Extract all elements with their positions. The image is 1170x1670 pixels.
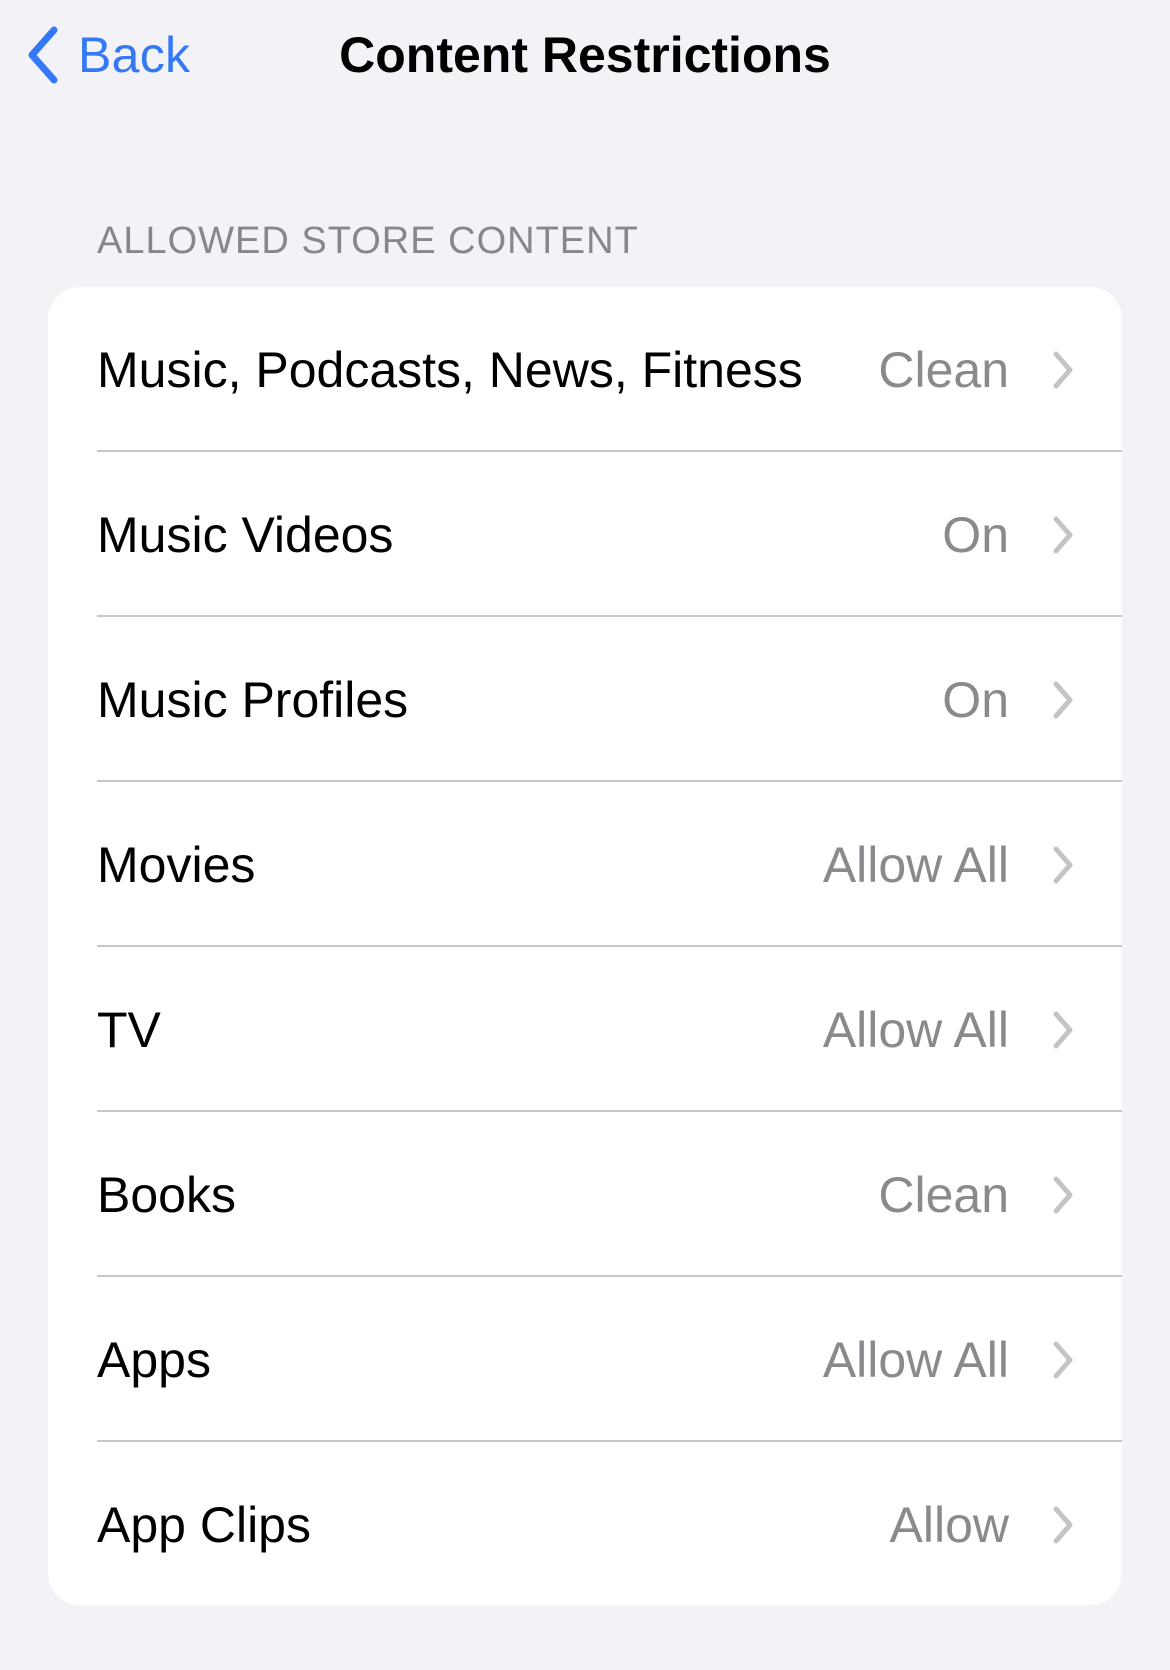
section-header: ALLOWED STORE CONTENT <box>97 220 639 262</box>
row-label: TV <box>97 1001 161 1058</box>
page-title: Content Restrictions <box>0 22 1170 88</box>
row-music-videos[interactable]: Music Videos On <box>48 452 1122 617</box>
row-value: Allow All <box>822 1001 1009 1058</box>
row-value: On <box>942 671 1009 728</box>
row-value: Clean <box>878 1166 1009 1223</box>
row-movies[interactable]: Movies Allow All <box>48 782 1122 947</box>
settings-list: Music, Podcasts, News, Fitness Clean Mus… <box>48 287 1122 1605</box>
row-value: Clean <box>878 341 1009 398</box>
page-title-text: Content Restrictions <box>339 27 831 83</box>
row-label: Apps <box>97 1331 211 1388</box>
row-label: Books <box>97 1166 236 1223</box>
chevron-right-icon <box>1053 1176 1073 1213</box>
row-apps[interactable]: Apps Allow All <box>48 1277 1122 1442</box>
row-music-podcasts-news-fitness[interactable]: Music, Podcasts, News, Fitness Clean <box>48 287 1122 452</box>
row-label: Movies <box>97 836 256 893</box>
chevron-right-icon <box>1053 846 1073 883</box>
row-label: Music Profiles <box>97 671 409 728</box>
row-label: App Clips <box>97 1496 311 1553</box>
chevron-right-icon <box>1053 1011 1073 1048</box>
chevron-right-icon <box>1053 516 1073 553</box>
row-value: Allow <box>889 1496 1009 1553</box>
chevron-right-icon <box>1053 351 1073 388</box>
row-label: Music Videos <box>97 506 394 563</box>
row-value: Allow All <box>822 836 1009 893</box>
chevron-right-icon <box>1053 1506 1073 1543</box>
chevron-right-icon <box>1053 1341 1073 1378</box>
row-tv[interactable]: TV Allow All <box>48 947 1122 1112</box>
row-value: On <box>942 506 1009 563</box>
row-value: Allow All <box>822 1331 1009 1388</box>
row-books[interactable]: Books Clean <box>48 1112 1122 1277</box>
row-music-profiles[interactable]: Music Profiles On <box>48 617 1122 782</box>
row-label: Music, Podcasts, News, Fitness <box>97 341 803 398</box>
row-app-clips[interactable]: App Clips Allow <box>48 1442 1122 1605</box>
chevron-right-icon <box>1053 681 1073 718</box>
navigation-bar: Back Content Restrictions <box>0 0 1170 120</box>
